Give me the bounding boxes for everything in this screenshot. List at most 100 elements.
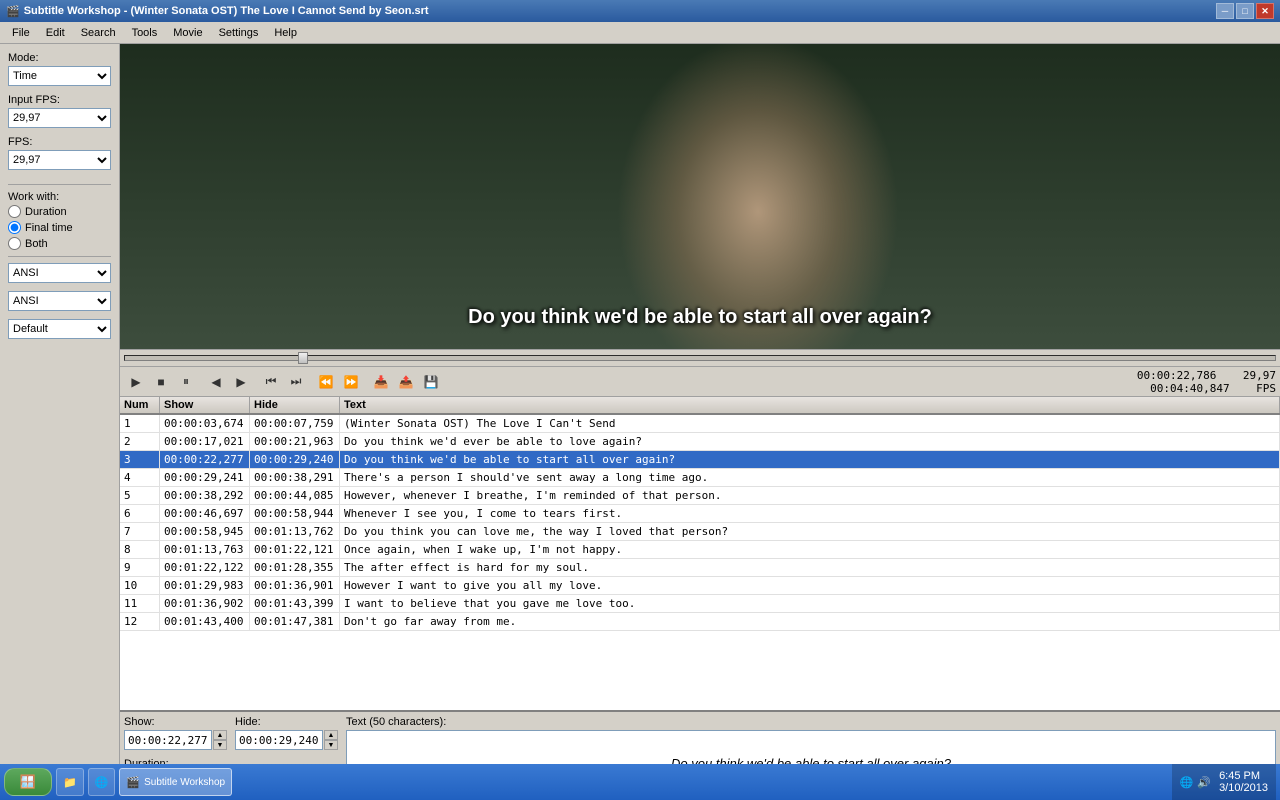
set-hide-button[interactable]: 📤 (394, 370, 418, 394)
cell-show: 00:01:22,122 (160, 559, 250, 576)
time-text: 6:45 PM (1219, 770, 1268, 782)
taskbar-app-explorer[interactable]: 📁 (56, 768, 84, 796)
left-panel: Mode: Time Frames Input FPS: 29,97 25 23… (0, 44, 120, 800)
mode-select[interactable]: Time Frames (8, 66, 111, 86)
radio-duration[interactable]: Duration (8, 205, 111, 218)
step-back-button[interactable]: ⏪ (314, 370, 338, 394)
cell-show: 00:01:13,763 (160, 541, 250, 558)
time-display: 00:00:22,786 29,97 00:04:40,847 FPS (1137, 369, 1276, 395)
show-input[interactable] (124, 730, 212, 750)
prev-subtitle-button[interactable]: ⏮ (259, 370, 283, 394)
next-subtitle-button[interactable]: ⏭ (284, 370, 308, 394)
table-row[interactable]: 9 00:01:22,122 00:01:28,355 The after ef… (120, 559, 1280, 577)
close-button[interactable]: ✕ (1256, 3, 1274, 19)
subtitle-table: Num Show Hide Text 1 00:00:03,674 00:00:… (120, 397, 1280, 710)
work-with-label: Work with: (8, 191, 111, 203)
table-row[interactable]: 4 00:00:29,241 00:00:38,291 There's a pe… (120, 469, 1280, 487)
menu-bar: File Edit Search Tools Movie Settings He… (0, 22, 1280, 44)
cell-num: 6 (120, 505, 160, 522)
cell-text: I want to believe that you gave me love … (340, 595, 1280, 612)
hide-input[interactable] (235, 730, 323, 750)
menu-tools[interactable]: Tools (124, 25, 166, 41)
seekbar[interactable] (124, 355, 1276, 361)
menu-edit[interactable]: Edit (38, 25, 73, 41)
forward-button[interactable]: ▶ (229, 370, 253, 394)
input-fps-select[interactable]: 29,97 25 23,976 (8, 108, 111, 128)
cell-hide: 00:00:21,963 (250, 433, 340, 450)
fps-select[interactable]: 29,97 25 23,976 (8, 150, 111, 170)
table-row[interactable]: 6 00:00:46,697 00:00:58,944 Whenever I s… (120, 505, 1280, 523)
show-spinner: ▲ ▼ (213, 730, 227, 750)
maximize-button[interactable]: □ (1236, 3, 1254, 19)
taskbar-right: 🌐 🔊 6:45 PM 3/10/2013 (1172, 764, 1276, 800)
divider-1 (8, 184, 111, 185)
menu-movie[interactable]: Movie (165, 25, 210, 41)
table-row[interactable]: 7 00:00:58,945 00:01:13,762 Do you think… (120, 523, 1280, 541)
table-row[interactable]: 1 00:00:03,674 00:00:07,759 (Winter Sona… (120, 415, 1280, 433)
cell-hide: 00:01:22,121 (250, 541, 340, 558)
cell-num: 10 (120, 577, 160, 594)
taskbar-app-chrome[interactable]: 🌐 (88, 768, 116, 796)
table-body[interactable]: 1 00:00:03,674 00:00:07,759 (Winter Sona… (120, 415, 1280, 710)
clock: 6:45 PM 3/10/2013 (1219, 770, 1268, 794)
cell-num: 2 (120, 433, 160, 450)
set-show-button[interactable]: 📥 (369, 370, 393, 394)
menu-file[interactable]: File (4, 25, 38, 41)
hide-up[interactable]: ▲ (324, 730, 338, 740)
cell-show: 00:01:43,400 (160, 613, 250, 630)
menu-search[interactable]: Search (73, 25, 124, 41)
cell-hide: 00:00:07,759 (250, 415, 340, 432)
table-row[interactable]: 12 00:01:43,400 00:01:47,381 Don't go fa… (120, 613, 1280, 631)
video-background: Do you think we'd be able to start all o… (120, 44, 1280, 349)
cell-hide: 00:01:47,381 (250, 613, 340, 630)
cell-num: 8 (120, 541, 160, 558)
cell-text: Don't go far away from me. (340, 613, 1280, 630)
menu-settings[interactable]: Settings (211, 25, 267, 41)
cell-text: Do you think you can love me, the way I … (340, 523, 1280, 540)
subtitle-text: Do you think we'd be able to start all o… (468, 306, 932, 328)
col-header-hide: Hide (250, 397, 340, 413)
right-content: Do you think we'd be able to start all o… (120, 44, 1280, 800)
menu-help[interactable]: Help (266, 25, 305, 41)
stop-button[interactable]: ■ (149, 370, 173, 394)
table-row[interactable]: 5 00:00:38,292 00:00:44,085 However, whe… (120, 487, 1280, 505)
encoding2-select[interactable]: ANSI UTF-8 (8, 291, 111, 311)
input-fps-label: Input FPS: (8, 94, 111, 106)
show-down[interactable]: ▼ (213, 740, 227, 750)
cell-text: The after effect is hard for my soul. (340, 559, 1280, 576)
hide-down[interactable]: ▼ (324, 740, 338, 750)
save-button[interactable]: 💾 (419, 370, 443, 394)
table-row[interactable]: 3 00:00:22,277 00:00:29,240 Do you think… (120, 451, 1280, 469)
minimize-button[interactable]: ─ (1216, 3, 1234, 19)
cell-show: 00:00:46,697 (160, 505, 250, 522)
show-up[interactable]: ▲ (213, 730, 227, 740)
cell-num: 9 (120, 559, 160, 576)
cell-hide: 00:01:43,399 (250, 595, 340, 612)
app-icon: 🎬 (6, 5, 20, 18)
rewind-button[interactable]: ◀ (204, 370, 228, 394)
subtitle-overlay: Do you think we'd be able to start all o… (120, 306, 1280, 329)
radio-both[interactable]: Both (8, 237, 111, 250)
table-row[interactable]: 10 00:01:29,983 00:01:36,901 However I w… (120, 577, 1280, 595)
text-edit-label: Text (50 characters): (346, 716, 1276, 728)
encoding1-select[interactable]: ANSI UTF-8 (8, 263, 111, 283)
step-forward-button[interactable]: ⏩ (339, 370, 363, 394)
work-with-group: Duration Final time Both (8, 205, 111, 250)
table-row[interactable]: 2 00:00:17,021 00:00:21,963 Do you think… (120, 433, 1280, 451)
radio-finaltime[interactable]: Final time (8, 221, 111, 234)
play-button[interactable]: ▶ (124, 370, 148, 394)
title-bar: 🎬 Subtitle Workshop - (Winter Sonata OST… (0, 0, 1280, 22)
cell-num: 1 (120, 415, 160, 432)
start-button[interactable]: 🪟 (4, 768, 52, 796)
seekbar-thumb[interactable] (298, 352, 308, 364)
hide-input-row: ▲ ▼ (235, 730, 338, 750)
cell-num: 4 (120, 469, 160, 486)
table-row[interactable]: 8 00:01:13,763 00:01:22,121 Once again, … (120, 541, 1280, 559)
cell-text: Whenever I see you, I come to tears firs… (340, 505, 1280, 522)
taskbar-app-subtitle[interactable]: 🎬 Subtitle Workshop (119, 768, 232, 796)
pause-button[interactable]: ⏸ (174, 370, 198, 394)
table-row[interactable]: 11 00:01:36,902 00:01:43,399 I want to b… (120, 595, 1280, 613)
cell-hide: 00:00:44,085 (250, 487, 340, 504)
cell-hide: 00:01:36,901 (250, 577, 340, 594)
style-select[interactable]: Default (8, 319, 111, 339)
